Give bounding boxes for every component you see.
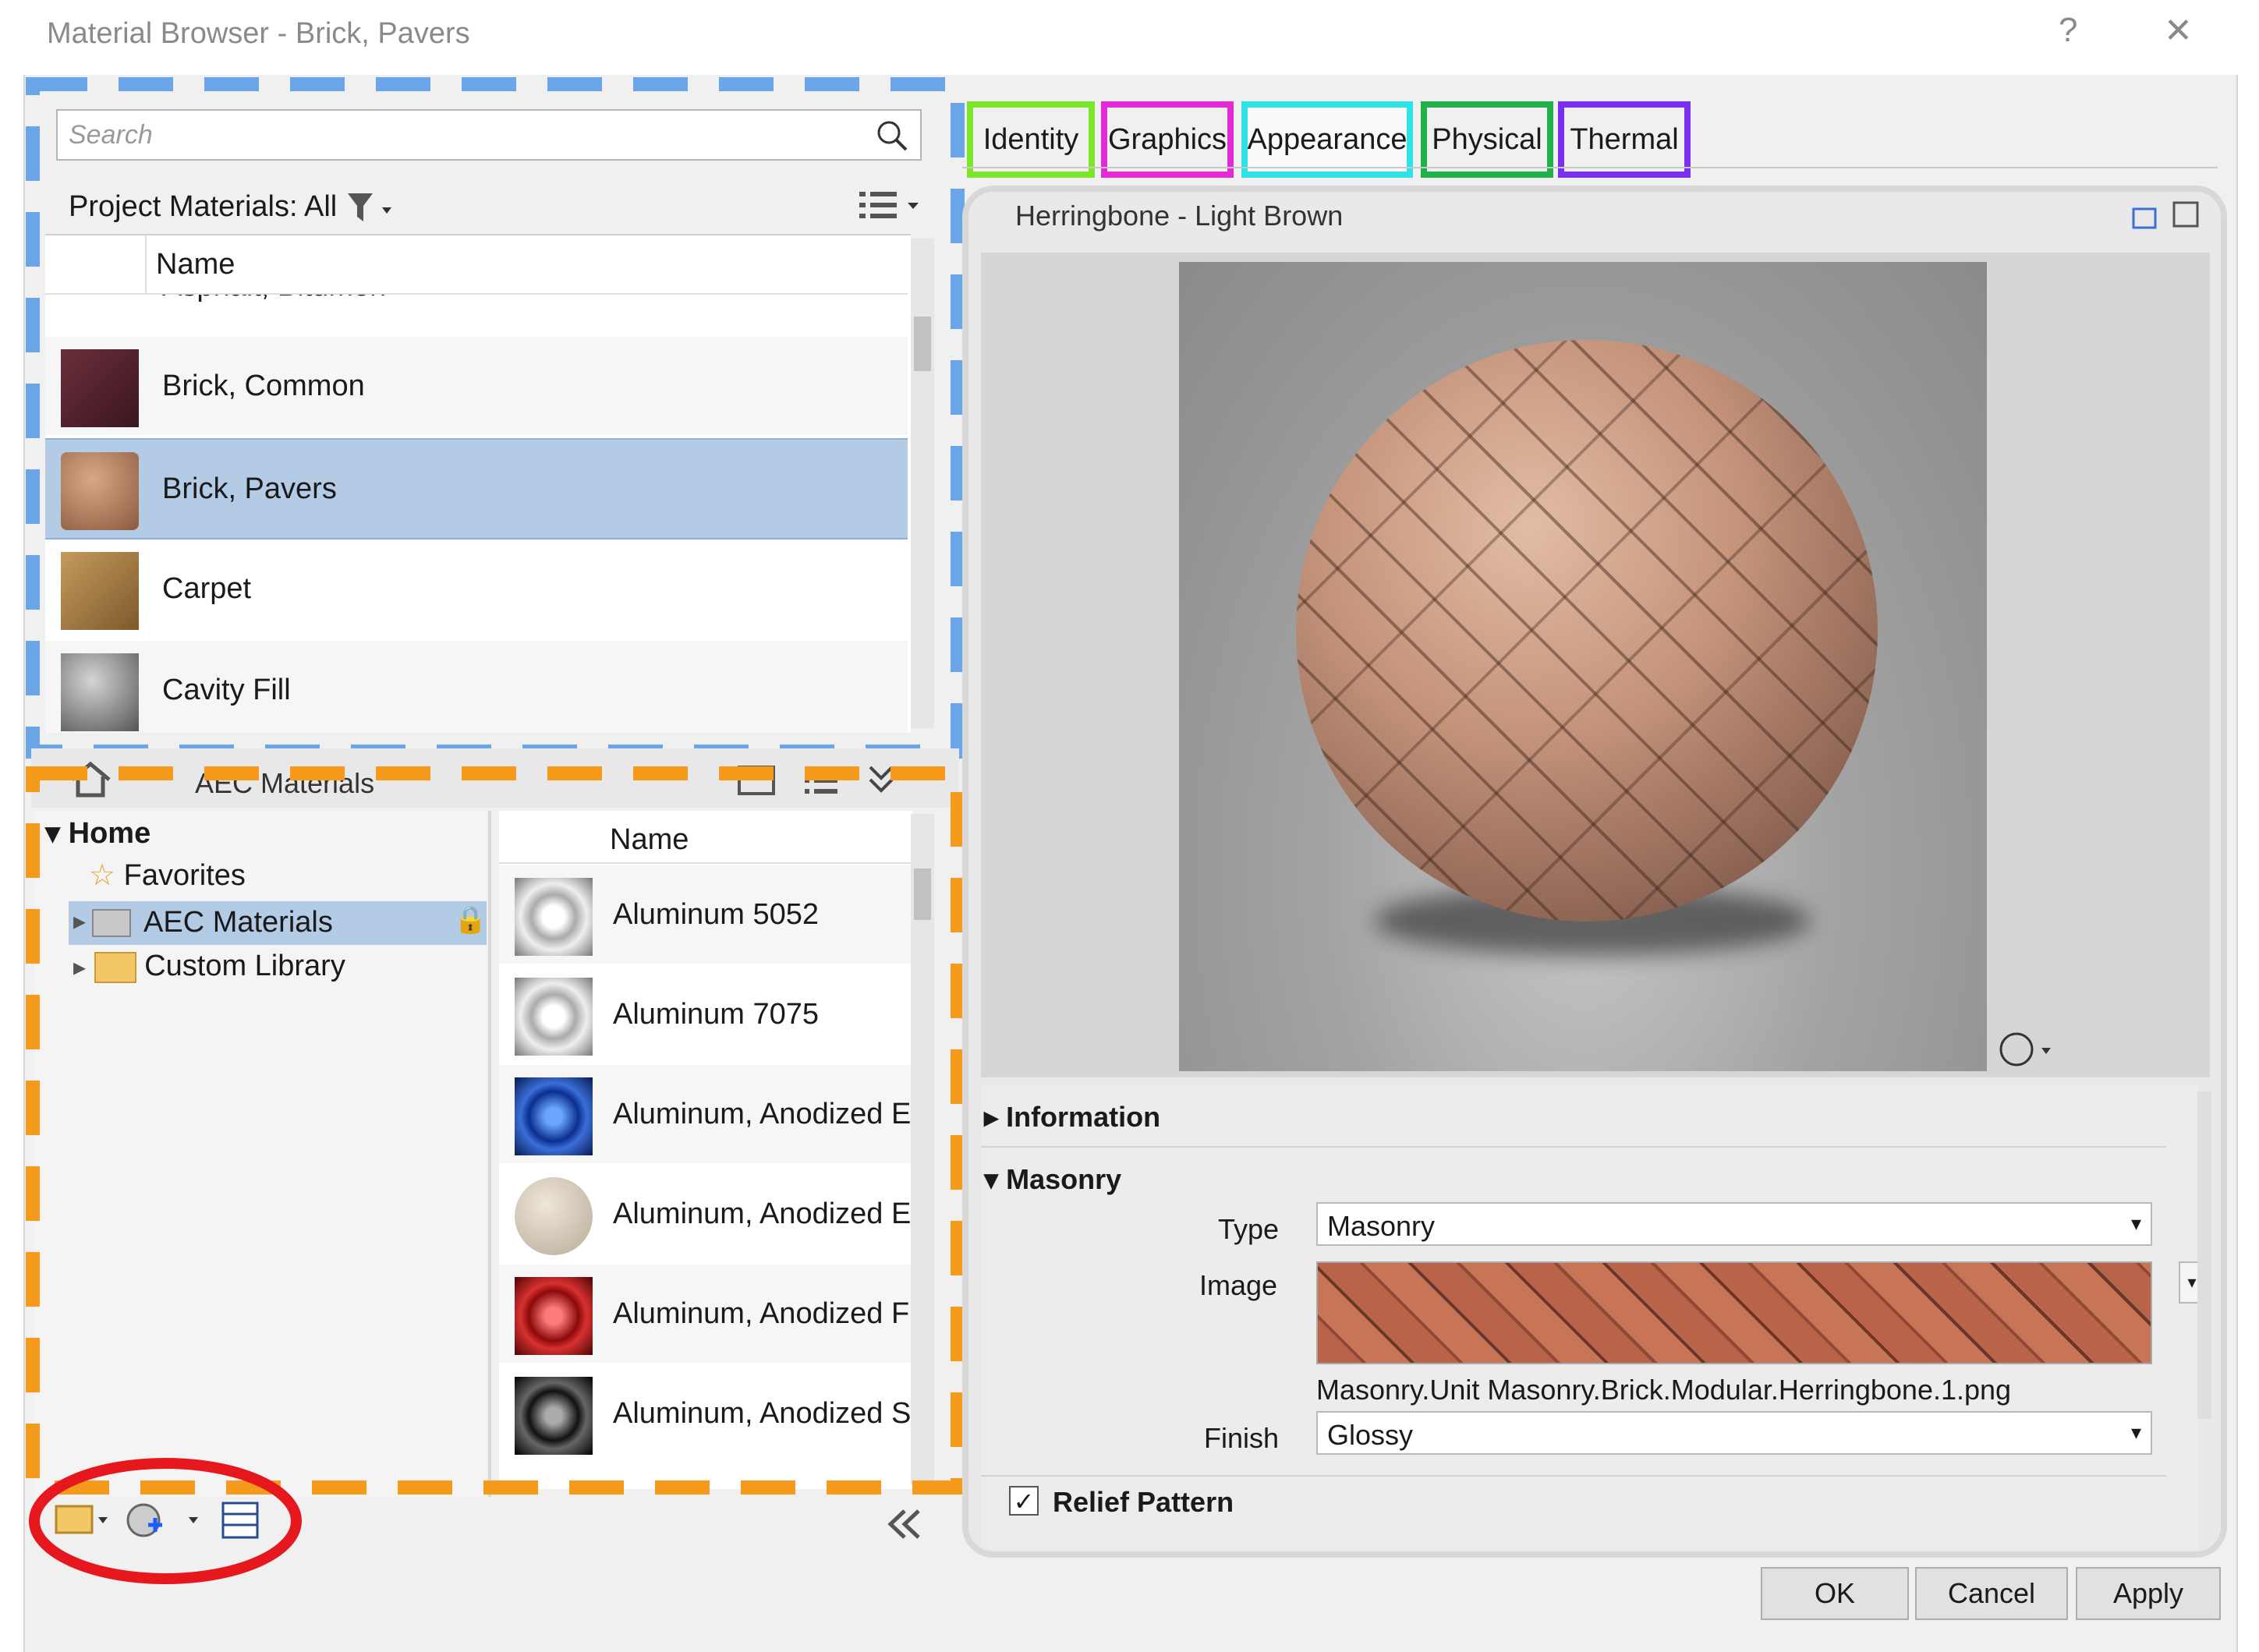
apply-button[interactable]: Apply <box>2076 1567 2221 1620</box>
chevron-down-icon: ▾ <box>2130 1420 2141 1444</box>
type-label: Type <box>1218 1213 1280 1245</box>
asset-name: Herringbone - Light Brown <box>1015 200 1344 232</box>
finish-value: Glossy <box>1327 1419 1414 1451</box>
tab-divider <box>962 167 2218 168</box>
asset-header: Herringbone - Light Brown <box>992 198 2201 243</box>
properties-area: ▸ Information ▾ Masonry Type Masonry ▾ I… <box>981 1085 2211 1548</box>
properties-scrollbar[interactable] <box>2197 1091 2211 1419</box>
relief-pattern-label: Relief Pattern <box>1053 1486 1234 1518</box>
project-panel-highlight <box>26 77 965 759</box>
finish-label: Finish <box>1204 1422 1280 1454</box>
section-masonry[interactable]: ▾ Masonry <box>984 1163 1121 1196</box>
ok-button[interactable]: OK <box>1761 1567 1909 1620</box>
relief-pattern-checkbox[interactable]: ✓ <box>1009 1486 1039 1516</box>
cancel-button[interactable]: Cancel <box>1915 1567 2068 1620</box>
window-title: Material Browser - Brick, Pavers <box>47 17 470 50</box>
section-masonry-label: Masonry <box>1006 1163 1122 1195</box>
preview-options-icon[interactable] <box>1998 1028 2060 1074</box>
image-label: Image <box>1199 1269 1278 1301</box>
material-preview-image <box>1179 262 1987 1071</box>
brick-pattern <box>1296 340 1878 922</box>
image-thumbnail[interactable] <box>1316 1261 2152 1364</box>
collapse-panel-icon[interactable] <box>881 1505 928 1544</box>
type-value: Masonry <box>1327 1210 1436 1242</box>
help-button[interactable]: ? <box>2059 11 2077 50</box>
appearance-panel: Herringbone - Light Brown ▸ Information … <box>962 186 2227 1558</box>
image-filename: Masonry.Unit Masonry.Brick.Modular.Herri… <box>1316 1374 2012 1406</box>
close-button[interactable]: ✕ <box>2164 11 2193 51</box>
library-panel-highlight <box>26 766 965 1495</box>
chevron-down-icon: ▾ <box>2130 1212 2141 1235</box>
finish-dropdown[interactable]: Glossy ▾ <box>1316 1411 2152 1455</box>
section-divider <box>981 1146 2166 1148</box>
preview-sphere <box>1296 340 1878 922</box>
tools-highlight-ellipse <box>29 1458 302 1584</box>
type-dropdown[interactable]: Masonry ▾ <box>1316 1202 2152 1246</box>
section-information[interactable]: ▸ Information <box>984 1101 1160 1134</box>
section-information-label: Information <box>1006 1101 1161 1133</box>
section-divider <box>981 1475 2166 1477</box>
duplicate-asset-icon[interactable] <box>2130 200 2201 234</box>
